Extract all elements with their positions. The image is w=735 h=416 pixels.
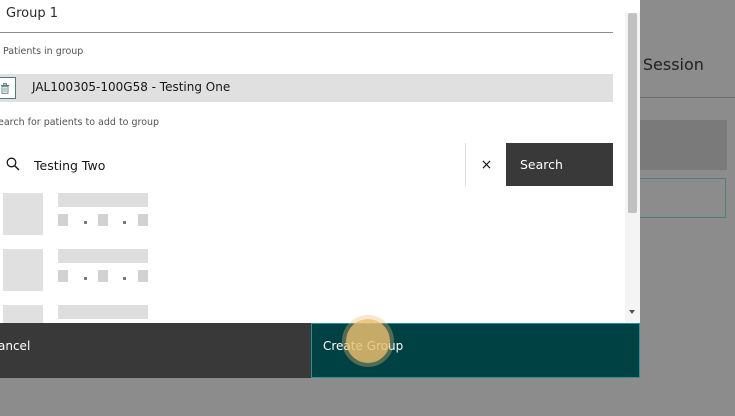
- skeleton-avatar: [3, 249, 43, 291]
- trash-icon: [1, 82, 9, 94]
- skeleton-dot: [123, 221, 126, 224]
- search-icon: [6, 157, 20, 171]
- background-divider: [628, 97, 735, 98]
- group-member-row: JAL100305-100G58 - Testing One: [0, 74, 613, 102]
- skeleton-dot: [84, 277, 87, 280]
- skeleton-text: [58, 270, 68, 282]
- skeleton-avatar: [3, 305, 43, 323]
- list-item[interactable]: [0, 298, 613, 323]
- skeleton-text: [58, 193, 148, 207]
- skeleton-text: [58, 305, 148, 319]
- patient-search-input[interactable]: [34, 156, 454, 174]
- results-scrollbar[interactable]: [625, 13, 640, 323]
- background-outlined-card: [628, 178, 726, 218]
- cancel-button-label: ancel: [0, 339, 31, 353]
- patients-in-group-label: Patients in group: [3, 46, 84, 57]
- skeleton-avatar: [3, 193, 43, 235]
- skeleton-text: [138, 270, 148, 282]
- scroll-down-icon[interactable]: [629, 310, 635, 314]
- skeleton-text: [98, 214, 108, 226]
- skeleton-dot: [123, 277, 126, 280]
- skeleton-text: [58, 249, 148, 263]
- search-results-list: [0, 186, 613, 323]
- close-icon: ×: [480, 156, 493, 173]
- skeleton-text: [98, 270, 108, 282]
- group-name-value: Group 1: [6, 6, 58, 21]
- list-item[interactable]: [0, 186, 613, 243]
- scrollbar-thumb[interactable]: [628, 13, 637, 213]
- clear-search-button[interactable]: ×: [465, 143, 507, 186]
- create-group-button[interactable]: Create Group: [311, 323, 640, 378]
- search-patients-label: earch for patients to add to group: [0, 117, 160, 128]
- create-group-modal: Group 1 Patients in group JAL100305-100G…: [0, 0, 640, 378]
- remove-member-button[interactable]: [0, 77, 16, 99]
- group-member-label: JAL100305-100G58 - Testing One: [32, 80, 231, 94]
- skeleton-text: [138, 214, 148, 226]
- skeleton-text: [58, 214, 68, 226]
- create-group-button-label: Create Group: [323, 339, 404, 353]
- skeleton-dot: [84, 221, 87, 224]
- cancel-button[interactable]: ancel: [0, 323, 311, 378]
- search-button[interactable]: Search: [506, 143, 613, 186]
- background-card: [628, 120, 727, 170]
- patient-search-bar: × Search: [0, 143, 613, 187]
- list-item[interactable]: [0, 242, 613, 299]
- group-name-field[interactable]: Group 1: [0, 0, 613, 33]
